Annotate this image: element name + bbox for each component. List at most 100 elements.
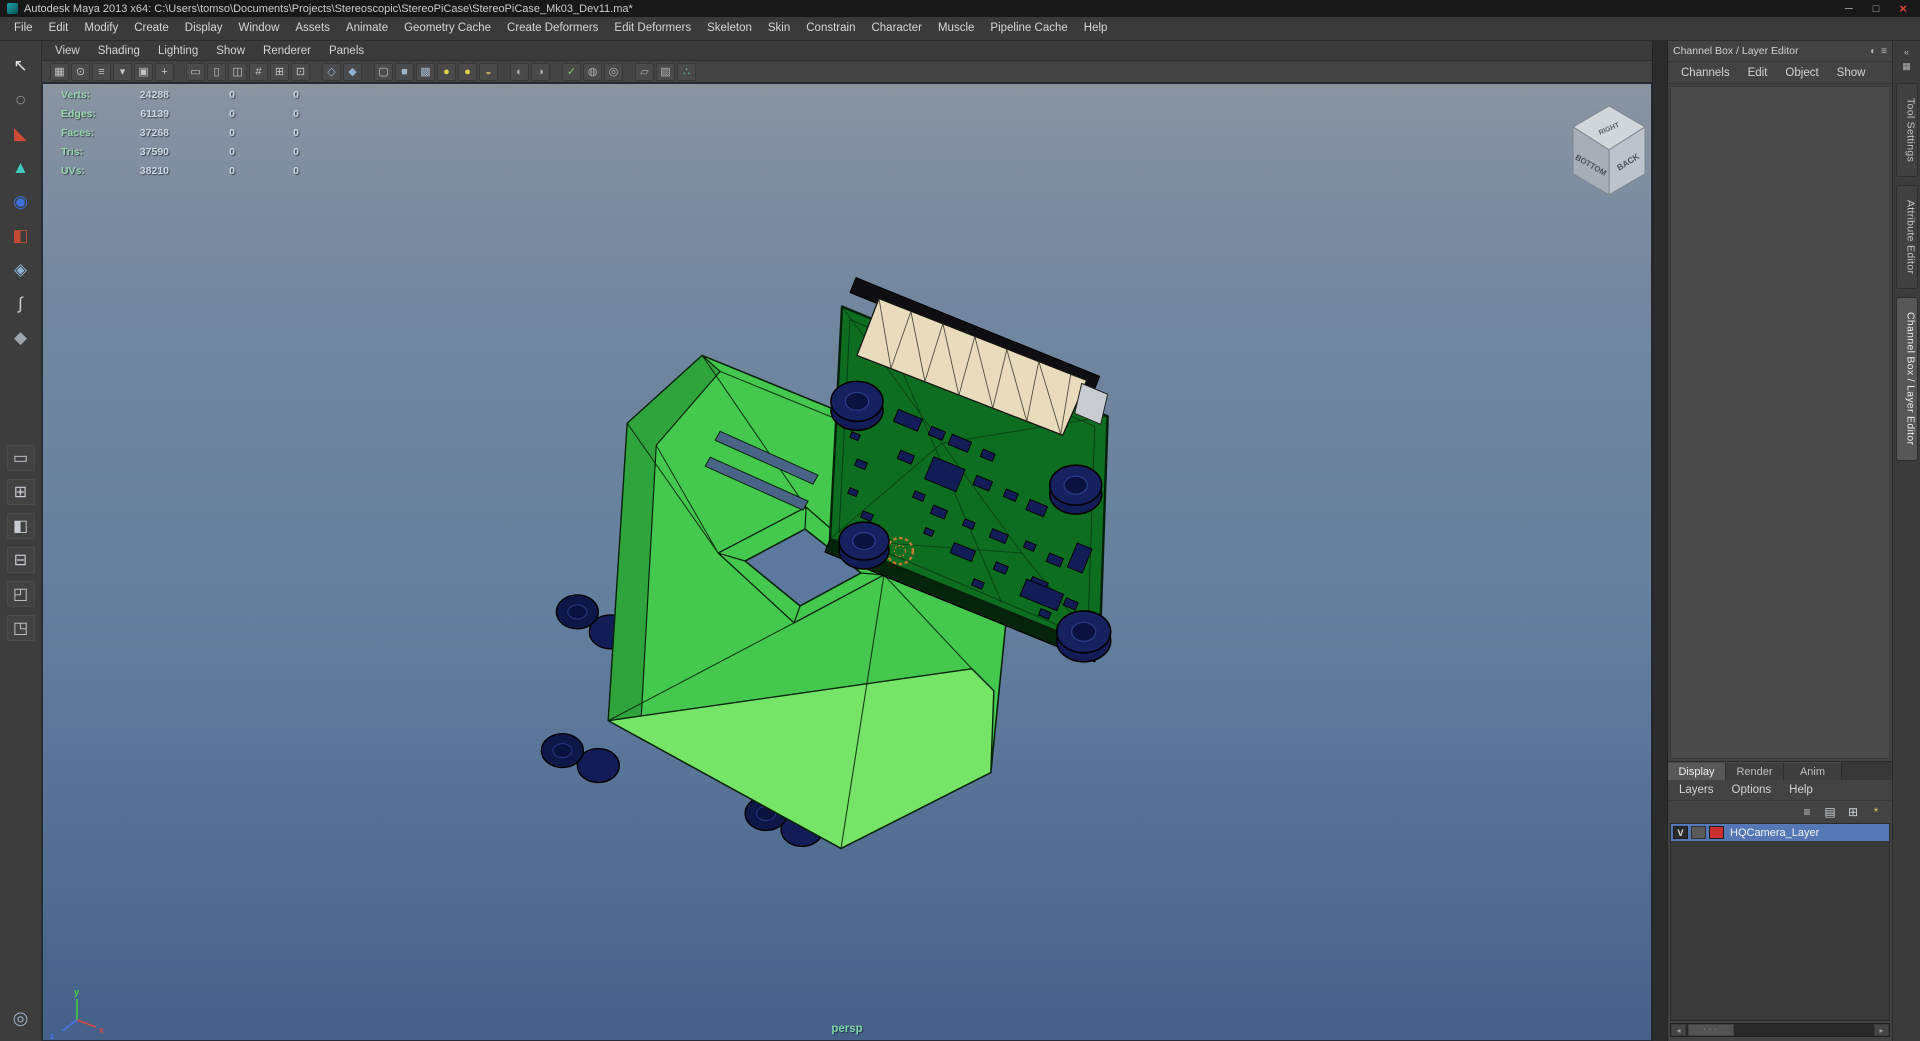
persp-graph-layout-icon[interactable]: ◰ xyxy=(7,581,35,607)
menu-item[interactable]: Skin xyxy=(760,17,798,40)
safe-title-icon[interactable]: ⊡ xyxy=(291,63,310,81)
film-gate-icon[interactable]: ▭ xyxy=(186,63,205,81)
wireframe-icon[interactable]: ▢ xyxy=(374,63,393,81)
scroll-left-icon[interactable]: ◂ xyxy=(1671,1024,1686,1036)
viewport-3d[interactable]: RIGHT BACK BOTTOM y x z Verts: xyxy=(42,83,1652,1041)
menu-item[interactable]: Muscle xyxy=(930,17,982,40)
field-chart-icon[interactable]: # xyxy=(249,63,268,81)
node-connections-icon[interactable]: ∴ xyxy=(677,63,696,81)
no-lights-icon[interactable]: ◒ xyxy=(479,63,498,81)
pane-divider[interactable] xyxy=(1652,41,1668,1041)
menu-item[interactable]: File xyxy=(6,17,41,40)
move-tool-icon[interactable]: ▲ xyxy=(6,153,36,182)
soft-modification-tool-icon[interactable]: ∫ xyxy=(6,289,36,318)
panel-menu-item[interactable]: View xyxy=(46,45,89,57)
scene-render-icon[interactable]: ▱ xyxy=(635,63,654,81)
layer-playback-toggle[interactable] xyxy=(1691,826,1706,839)
scale-tool-icon[interactable]: ◧ xyxy=(6,221,36,250)
menu-item[interactable]: Modify xyxy=(76,17,126,40)
textured-icon[interactable]: ▩ xyxy=(416,63,435,81)
maximize-button[interactable]: □ xyxy=(1873,1,1880,17)
layer-editor-menu-item[interactable]: Help xyxy=(1780,784,1822,796)
menu-item[interactable]: Window xyxy=(230,17,287,40)
menu-item[interactable]: Edit Deformers xyxy=(606,17,699,40)
layer-list[interactable]: V HQCamera_Layer xyxy=(1670,823,1890,1021)
channel-box-menu-item[interactable]: Show xyxy=(1828,67,1875,79)
panel-menu-item[interactable]: Show xyxy=(207,45,254,57)
layer-row[interactable]: V HQCamera_Layer xyxy=(1671,824,1889,841)
camera-attributes-icon[interactable]: ≡ xyxy=(92,63,111,81)
rotate-tool-icon[interactable]: ◉ xyxy=(6,187,36,216)
menu-item[interactable]: Create xyxy=(126,17,177,40)
show-manipulator-icon[interactable]: ◎ xyxy=(13,1008,29,1029)
persp-uv-layout-icon[interactable]: ◳ xyxy=(7,615,35,641)
panel-menu-item[interactable]: Renderer xyxy=(254,45,320,57)
menu-item[interactable]: Assets xyxy=(287,17,338,40)
frame-selection-icon[interactable]: ◆ xyxy=(343,63,362,81)
channel-speed-icon[interactable]: ◐ xyxy=(1870,46,1876,57)
menu-item[interactable]: Create Deformers xyxy=(499,17,606,40)
layer-editor-tab[interactable]: Display xyxy=(1668,762,1726,780)
four-pane-layout-icon[interactable]: ⊞ xyxy=(7,479,35,505)
isolate-select-icon[interactable]: ✓ xyxy=(562,63,581,81)
layer-editor-menu-item[interactable]: Options xyxy=(1723,784,1781,796)
shadows-icon[interactable]: ◐ xyxy=(510,63,529,81)
channel-box-menu-item[interactable]: Channels xyxy=(1672,67,1739,79)
sidebar-handle-icon[interactable]: ▦ xyxy=(1899,60,1915,73)
minimize-button[interactable]: ─ xyxy=(1845,1,1853,17)
channel-box-menu-item[interactable]: Object xyxy=(1776,67,1827,79)
menu-item[interactable]: Animate xyxy=(338,17,396,40)
scroll-right-icon[interactable]: ▸ xyxy=(1874,1024,1889,1036)
layer-options-icon[interactable]: ≡ xyxy=(1798,804,1816,821)
two-sided-lighting-icon[interactable]: ◑ xyxy=(531,63,550,81)
layer-stack-icon[interactable]: ▤ xyxy=(1821,804,1839,821)
sidebar-tab[interactable]: Attribute Editor xyxy=(1896,185,1918,289)
xray-joints-icon[interactable]: ◎ xyxy=(604,63,623,81)
select-tool-icon[interactable]: ↖ xyxy=(6,51,36,80)
gate-mask-icon[interactable]: ◫ xyxy=(228,63,247,81)
resolution-gate-icon[interactable]: ▯ xyxy=(207,63,226,81)
channel-box-menu-icon[interactable]: ≡ xyxy=(1881,46,1887,57)
viewport-3d-scene[interactable]: RIGHT BACK BOTTOM y x z xyxy=(43,84,1651,1040)
view-cube[interactable]: RIGHT BACK BOTTOM xyxy=(1573,106,1645,195)
layer-editor-tab[interactable]: Anim xyxy=(1784,762,1842,780)
menu-item[interactable]: Constrain xyxy=(798,17,863,40)
panel-menu-item[interactable]: Shading xyxy=(89,45,149,57)
menu-item[interactable]: Display xyxy=(177,17,231,40)
xray-icon[interactable]: ◍ xyxy=(583,63,602,81)
bookmarks-icon[interactable]: ▾ xyxy=(113,63,132,81)
safe-action-icon[interactable]: ⊞ xyxy=(270,63,289,81)
menu-item[interactable]: Edit xyxy=(41,17,77,40)
channel-box-empty-area[interactable] xyxy=(1670,86,1890,759)
menu-item[interactable]: Geometry Cache xyxy=(396,17,499,40)
image-plane-icon[interactable]: ▣ xyxy=(134,63,153,81)
all-lights-icon[interactable]: ● xyxy=(458,63,477,81)
hypershade-persp-layout-icon[interactable]: ⊟ xyxy=(7,547,35,573)
new-layer-from-selected-icon[interactable]: * xyxy=(1867,804,1885,821)
default-lighting-icon[interactable]: ● xyxy=(437,63,456,81)
new-empty-layer-icon[interactable]: ⊞ xyxy=(1844,804,1862,821)
layer-editor-tab[interactable]: Render xyxy=(1726,762,1784,780)
sidebar-tab[interactable]: Tool Settings xyxy=(1896,83,1918,177)
sidebar-tab[interactable]: Channel Box / Layer Editor xyxy=(1896,297,1918,460)
panel-menu-item[interactable]: Lighting xyxy=(149,45,207,57)
menu-item[interactable]: Pipeline Cache xyxy=(982,17,1075,40)
paint-select-tool-icon[interactable]: ◣ xyxy=(6,119,36,148)
single-pane-layout-icon[interactable]: ▭ xyxy=(7,445,35,471)
layer-color-swatch[interactable] xyxy=(1709,826,1724,839)
layer-horizontal-scrollbar[interactable]: ◂ ··· ▸ xyxy=(1670,1023,1890,1037)
menu-item[interactable]: Help xyxy=(1076,17,1116,40)
menu-item[interactable]: Skeleton xyxy=(699,17,760,40)
scrollbar-track[interactable] xyxy=(1734,1024,1874,1036)
scrollbar-thumb[interactable]: ··· xyxy=(1688,1024,1734,1036)
menu-item[interactable]: Character xyxy=(863,17,930,40)
collapse-sidebar-icon[interactable]: « xyxy=(1899,45,1915,58)
hardware-texturing-icon[interactable]: ▨ xyxy=(656,63,675,81)
channel-box-menu-item[interactable]: Edit xyxy=(1739,67,1777,79)
close-button[interactable]: × xyxy=(1899,1,1907,17)
select-camera-icon[interactable]: ▦ xyxy=(50,63,69,81)
lasso-tool-icon[interactable]: ◌ xyxy=(6,85,36,114)
persp-outliner-layout-icon[interactable]: ◧ xyxy=(7,513,35,539)
smooth-shade-icon[interactable]: ■ xyxy=(395,63,414,81)
last-tool-icon[interactable]: ◆ xyxy=(6,323,36,352)
